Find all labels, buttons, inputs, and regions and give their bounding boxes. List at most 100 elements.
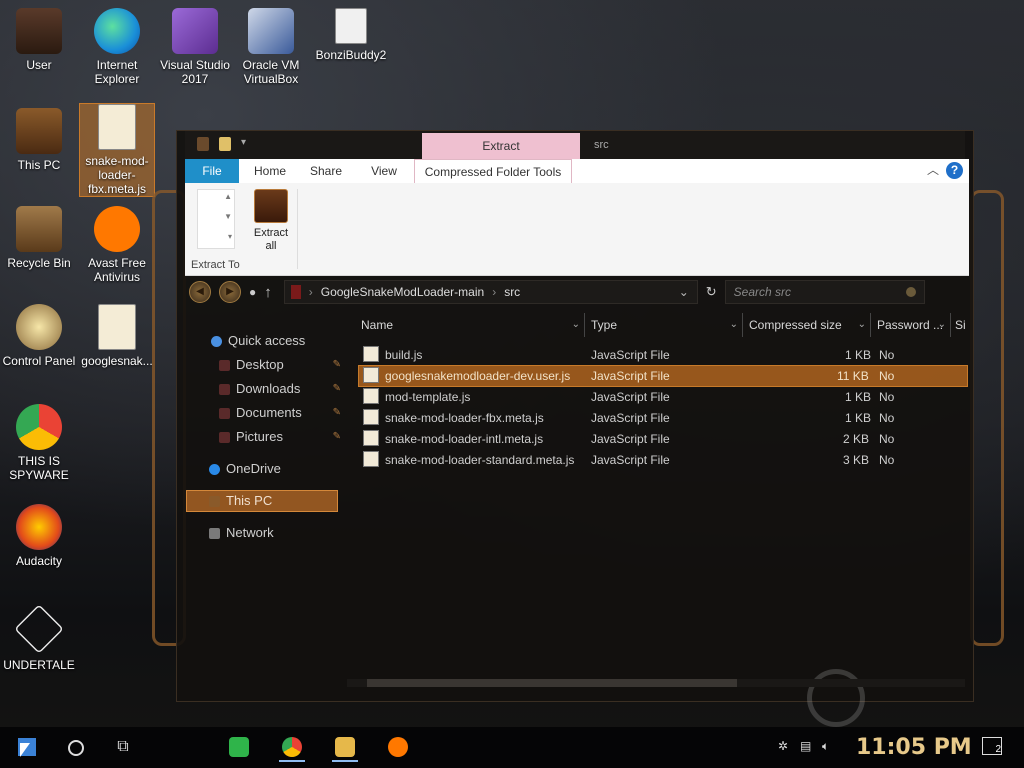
refresh-icon[interactable]: ↻ <box>706 284 717 300</box>
file-row[interactable]: snake-mod-loader-standard.meta.js JavaSc… <box>359 450 967 470</box>
horizontal-scrollbar[interactable] <box>347 679 965 687</box>
back-button[interactable]: ◀ <box>189 281 211 303</box>
tab-view[interactable]: View <box>359 159 409 183</box>
chevron-down-icon[interactable]: ⌄ <box>679 285 689 299</box>
title-bar[interactable]: ▾ Extract src <box>185 131 965 159</box>
zip-folder-icon <box>290 285 301 299</box>
task-view-button[interactable]: ⧉ <box>110 734 136 760</box>
column-header-label: Compressed size <box>749 318 842 332</box>
expand-gallery-icon[interactable]: ▾ <box>228 232 232 241</box>
column-header-name[interactable]: Name ⌄ <box>355 313 585 337</box>
tray-settings-icon[interactable]: ✲ <box>778 739 788 753</box>
desktop-icon-bonzibuddy[interactable]: BonziBuddy2 <box>312 8 390 62</box>
nav-item-downloads[interactable]: Downloads ✎ <box>219 379 345 399</box>
column-header-label: Name <box>361 318 394 332</box>
desktop-icon-control-panel[interactable]: Control Panel <box>0 304 78 368</box>
desktop-icon-label: snake-mod-loader-fbx.meta.js <box>85 154 149 196</box>
column-header-password[interactable]: Password ... ⌄ <box>871 313 951 337</box>
star-icon <box>211 336 222 348</box>
pin-icon: ✎ <box>332 407 341 418</box>
documents-folder-icon <box>219 408 230 420</box>
desktop-icon-chrome[interactable]: THIS IS SPYWARE <box>0 404 78 482</box>
desktop-icon-avast[interactable]: Avast Free Antivirus <box>78 206 156 284</box>
file-explorer-window[interactable]: ▾ Extract src File Home Share View Compr… <box>176 130 974 727</box>
tab-compressed-folder-tools[interactable]: Compressed Folder Tools <box>414 159 572 184</box>
column-header-type[interactable]: Type ⌄ <box>585 313 743 337</box>
chevron-down-icon[interactable]: ▾ <box>241 137 249 148</box>
address-bar[interactable]: › GoogleSnakeModLoader-main › src ⌄ <box>283 280 698 304</box>
file-row[interactable]: snake-mod-loader-intl.meta.js JavaScript… <box>359 429 967 449</box>
new-folder-icon[interactable] <box>219 137 231 151</box>
desktop-icon-audacity[interactable]: Audacity <box>0 504 78 568</box>
chevron-down-icon[interactable]: ⌄ <box>938 313 946 337</box>
quick-access-toolbar: ▾ <box>197 137 249 151</box>
tab-home[interactable]: Home <box>245 159 295 183</box>
scrollbar-thumb[interactable] <box>367 679 737 687</box>
extract-to-gallery[interactable]: ▲ ▼ ▾ <box>197 189 235 249</box>
taskbar-app-chat[interactable] <box>226 734 252 762</box>
desktop-icon-this-pc[interactable]: This PC <box>0 108 78 172</box>
chevron-down-icon[interactable]: ⌄ <box>730 313 738 337</box>
tab-file[interactable]: File <box>185 159 239 183</box>
column-header-label: Password ... <box>877 318 944 332</box>
taskbar-app-avast[interactable] <box>385 734 411 762</box>
nav-item-network[interactable]: Network <box>209 523 363 543</box>
downloads-folder-icon <box>219 384 230 396</box>
column-header-compressed-size[interactable]: Compressed size ⌄ <box>743 313 871 337</box>
virtualbox-icon <box>248 8 294 54</box>
desktop-icon-googlesnake[interactable]: googlesnak... <box>78 304 156 368</box>
nav-item-label: Documents <box>236 405 302 420</box>
clock[interactable]: 11:05 PM <box>856 735 972 760</box>
taskbar-app-file-explorer[interactable] <box>332 734 358 762</box>
help-icon[interactable]: ? <box>946 162 963 179</box>
breadcrumb-chevron-icon[interactable]: › <box>492 285 496 299</box>
column-header-size[interactable]: Si <box>951 313 969 337</box>
extract-all-button[interactable]: Extract all <box>253 189 289 253</box>
volume-icon[interactable]: 🔈︎ <box>822 739 829 754</box>
chevron-down-icon[interactable]: ⌄ <box>858 313 866 337</box>
chevron-up-icon[interactable]: ︿ <box>927 161 939 178</box>
nav-item-quick-access[interactable]: Quick access <box>211 331 365 351</box>
file-list: Name ⌄ Type ⌄ Compressed size ⌄ Password ..… <box>345 309 969 727</box>
file-row-selected[interactable]: googlesnakemodloader-dev.user.js JavaScr… <box>358 365 968 387</box>
file-compressed-size: 1 KB <box>845 390 872 404</box>
file-row[interactable]: build.js JavaScript File 1 KB No <box>359 345 967 365</box>
network-icon[interactable]: ▤ <box>800 739 811 753</box>
mouse-cursor-icon <box>20 743 30 757</box>
desktop-icon-internet-explorer[interactable]: Internet Explorer <box>78 8 156 86</box>
taskbar-app-chrome[interactable] <box>279 734 305 762</box>
nav-item-desktop[interactable]: Desktop ✎ <box>219 355 345 375</box>
breadcrumb-chevron-icon[interactable]: › <box>309 285 313 299</box>
desktop-icon-virtualbox[interactable]: Oracle VM VirtualBox <box>232 8 310 86</box>
search-button[interactable] <box>62 734 88 760</box>
nav-item-this-pc[interactable]: This PC <box>186 490 338 512</box>
scroll-down-icon[interactable]: ▼ <box>224 212 232 221</box>
breadcrumb-googlesnakemodloader-main[interactable]: GoogleSnakeModLoader-main <box>321 285 484 299</box>
desktop-icon-snake-mod-loader-fbx[interactable]: snake-mod-loader-fbx.meta.js <box>79 103 155 197</box>
recent-locations-icon[interactable]: ● <box>249 285 256 299</box>
folder-icon <box>335 737 355 757</box>
network-icon <box>209 528 220 540</box>
extract-all-icon <box>254 189 288 223</box>
file-password: No <box>879 411 895 425</box>
nav-item-onedrive[interactable]: OneDrive <box>209 459 363 479</box>
tab-share[interactable]: Share <box>301 159 351 183</box>
nav-item-pictures[interactable]: Pictures ✎ <box>219 427 345 447</box>
pin-icon: ✎ <box>332 431 341 442</box>
notification-center-button[interactable]: 2 <box>982 737 1002 755</box>
file-row[interactable]: mod-template.js JavaScript File 1 KB No <box>359 387 967 407</box>
search-input[interactable]: Search src <box>724 280 925 304</box>
desktop-icon-visual-studio[interactable]: Visual Studio 2017 <box>156 8 234 86</box>
desktop-icon-recycle-bin[interactable]: Recycle Bin <box>0 206 78 270</box>
chevron-down-icon[interactable]: ⌄ <box>572 313 580 337</box>
nav-item-label: Pictures <box>236 429 283 444</box>
forward-button[interactable]: ▶ <box>219 281 241 303</box>
desktop-icon-user[interactable]: User <box>0 8 78 72</box>
nav-item-label: This PC <box>226 493 273 508</box>
breadcrumb-src[interactable]: src <box>504 285 520 299</box>
up-arrow-icon[interactable]: ↑ <box>264 284 272 301</box>
scroll-up-icon[interactable]: ▲ <box>224 192 232 201</box>
file-row[interactable]: snake-mod-loader-fbx.meta.js JavaScript … <box>359 408 967 428</box>
desktop-icon-undertale[interactable]: UNDERTALE <box>0 604 78 672</box>
nav-item-documents[interactable]: Documents ✎ <box>219 403 345 423</box>
